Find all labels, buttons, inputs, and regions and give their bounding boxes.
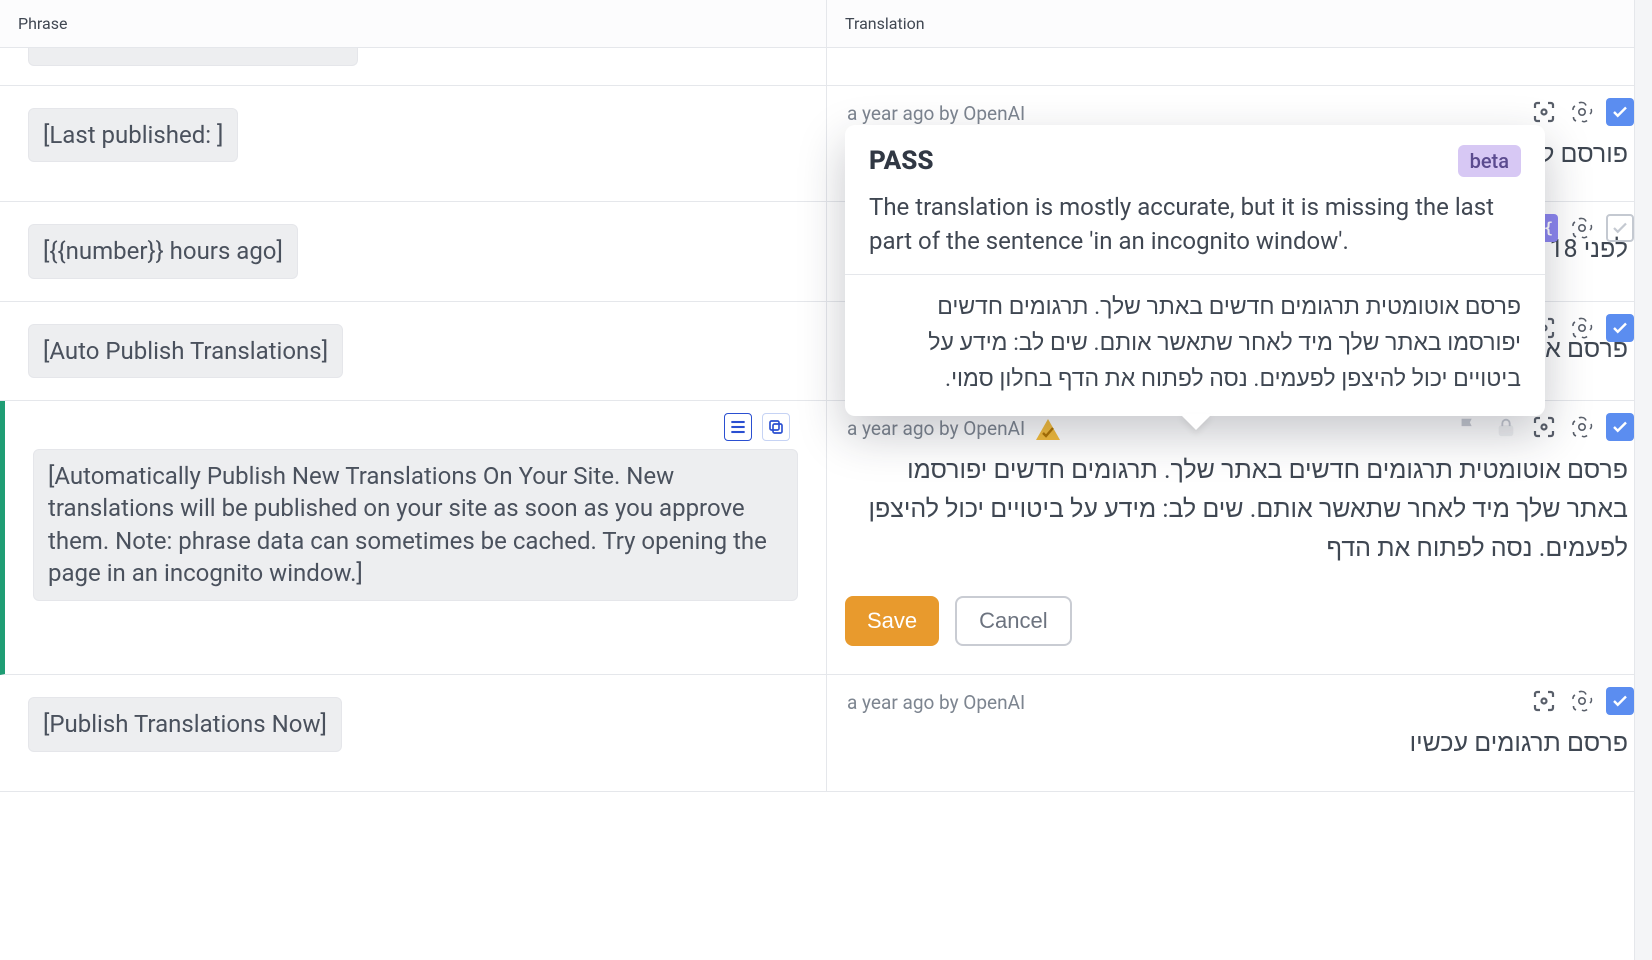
phrase-cell[interactable]: [{{number}} hours ago] <box>0 202 826 301</box>
phrase-chip-partial <box>28 48 358 66</box>
phrase-cell-selected[interactable]: [Automatically Publish New Translations … <box>0 401 826 675</box>
list-tool-icon[interactable] <box>724 413 752 441</box>
lock-icon[interactable] <box>1492 413 1520 441</box>
focus-icon[interactable] <box>1530 687 1558 715</box>
qa-explanation: The translation is mostly accurate, but … <box>869 191 1521 258</box>
column-header-phrase: Phrase <box>0 0 826 48</box>
approve-toggle[interactable] <box>1606 214 1634 242</box>
phrase-cell[interactable]: [Last published: ] <box>0 86 826 202</box>
ai-icon[interactable] <box>1568 98 1596 126</box>
qa-status: PASS <box>869 146 934 176</box>
ai-icon[interactable] <box>1568 314 1596 342</box>
beta-badge: beta <box>1458 145 1521 177</box>
phrase-chip: [{{number}} hours ago] <box>28 224 298 278</box>
flag-icon[interactable] <box>1454 413 1482 441</box>
phrase-cell[interactable]: [Publish Translations Now] <box>0 675 826 791</box>
ai-icon[interactable] <box>1568 687 1596 715</box>
phrase-chip: [Publish Translations Now] <box>28 697 342 751</box>
copy-tool-icon[interactable] <box>762 413 790 441</box>
translation-editor[interactable]: פרסם אוטומטית תרגומים חדשים באתר שלך. תר… <box>845 452 1634 584</box>
phrase-cell[interactable]: [Auto Publish Translations] <box>0 302 826 401</box>
focus-icon[interactable] <box>1530 413 1558 441</box>
qa-reference-text: פרסם אוטומטית תרגומים חדשים באתר שלך. תר… <box>869 289 1521 396</box>
cancel-button[interactable]: Cancel <box>955 596 1071 646</box>
translation-meta: a year ago by OpenAI <box>847 691 1634 714</box>
approved-check[interactable] <box>1606 98 1634 126</box>
approved-check[interactable] <box>1606 314 1634 342</box>
ai-icon[interactable] <box>1568 413 1596 441</box>
translation-text: פרסם תרגומים עכשיו <box>845 726 1634 762</box>
warning-icon[interactable] <box>1035 418 1059 440</box>
focus-icon[interactable] <box>1530 98 1558 126</box>
save-button[interactable]: Save <box>845 596 939 646</box>
approved-check[interactable] <box>1606 413 1634 441</box>
translation-meta: a year ago by OpenAI <box>847 102 1634 125</box>
column-header-translation: Translation <box>826 0 1652 48</box>
ai-icon[interactable] <box>1568 214 1596 242</box>
qa-popover: PASS beta The translation is mostly accu… <box>845 125 1545 416</box>
approved-check[interactable] <box>1606 687 1634 715</box>
phrase-chip: [Auto Publish Translations] <box>28 324 343 378</box>
translation-cell[interactable]: a year ago by OpenAI פרסם תרגומים עכשיו <box>826 675 1652 791</box>
translation-cell-editing[interactable]: PASS beta The translation is mostly accu… <box>826 401 1652 675</box>
phrase-chip: [Automatically Publish New Translations … <box>33 449 798 601</box>
phrase-chip: [Last published: ] <box>28 108 238 162</box>
scrollbar-track[interactable] <box>1634 0 1652 960</box>
